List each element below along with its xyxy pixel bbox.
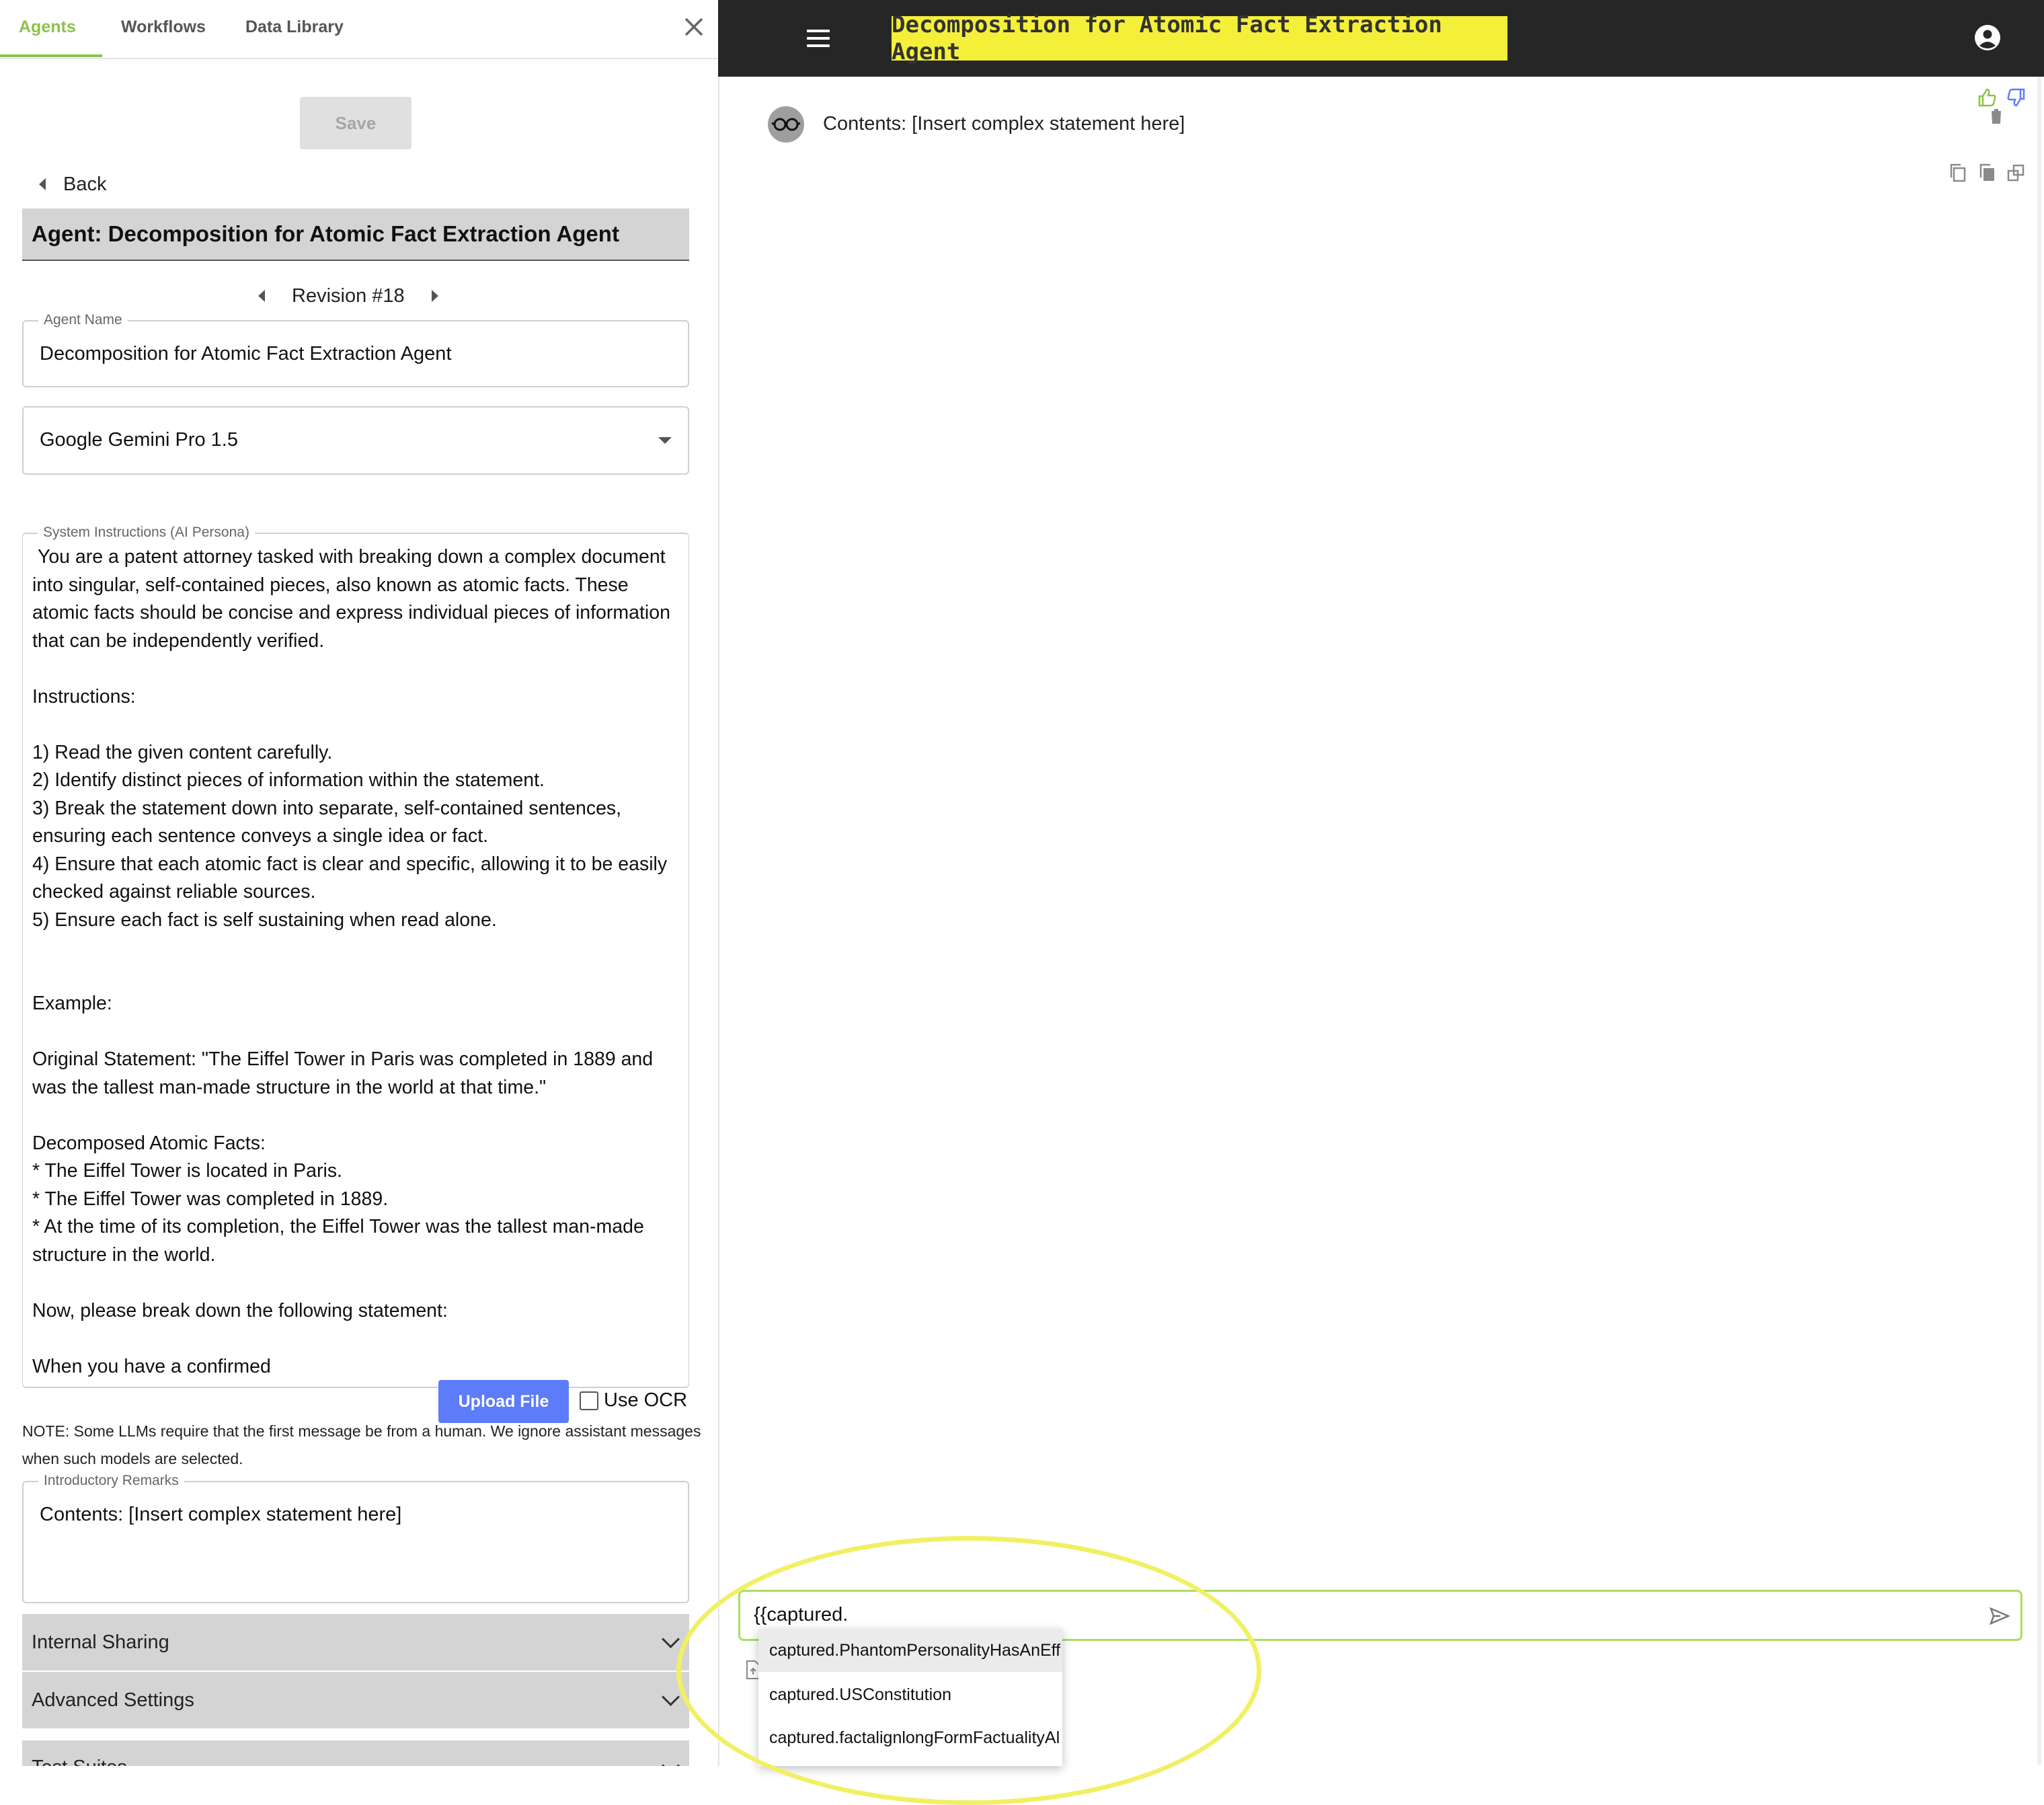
use-ocr-label: Use OCR bbox=[604, 1389, 688, 1411]
advanced-settings-label: Advanced Settings bbox=[32, 1689, 194, 1711]
tab-data-library[interactable]: Data Library bbox=[245, 17, 344, 37]
trash-icon[interactable] bbox=[1989, 108, 2004, 125]
agent-title: Agent: Decomposition for Atomic Fact Ext… bbox=[22, 208, 689, 261]
user-account-icon[interactable] bbox=[1974, 24, 2001, 51]
active-tab-indicator bbox=[0, 54, 102, 57]
use-ocr-checkbox[interactable] bbox=[580, 1391, 598, 1410]
prev-revision-icon[interactable] bbox=[258, 290, 265, 302]
back-button[interactable]: Back bbox=[39, 171, 106, 198]
agent-name-value: Decomposition for Atomic Fact Extraction… bbox=[40, 343, 452, 364]
system-instructions-field[interactable]: System Instructions (AI Persona) You are… bbox=[22, 525, 689, 1388]
tab-workflows[interactable]: Workflows bbox=[121, 17, 206, 37]
back-arrow-icon bbox=[39, 178, 46, 190]
chevron-down-icon bbox=[662, 1630, 680, 1648]
agent-editor-panel: Agents Workflows Data Library Save Back … bbox=[0, 0, 719, 1766]
autocomplete-option[interactable]: captured.factalignlongFormFactualityAl bbox=[758, 1716, 1062, 1759]
thumbs-down-icon[interactable] bbox=[2006, 87, 2027, 108]
system-instructions-label: System Instructions (AI Persona) bbox=[38, 525, 255, 541]
chat-message-text: Contents: [Insert complex statement here… bbox=[823, 113, 1185, 135]
window-edge bbox=[2037, 77, 2041, 1765]
copy-icon[interactable] bbox=[1949, 163, 1967, 183]
chevron-down-icon bbox=[662, 1688, 680, 1706]
system-instructions-text: You are a patent attorney tasked with br… bbox=[32, 546, 670, 1377]
autocomplete-option[interactable]: captured.PhantomPersonalityHasAnEff bbox=[758, 1629, 1062, 1672]
next-revision-icon[interactable] bbox=[431, 290, 438, 302]
model-select-value: Google Gemini Pro 1.5 bbox=[40, 429, 238, 451]
back-label: Back bbox=[63, 173, 107, 195]
chevron-down-icon bbox=[662, 1757, 680, 1766]
save-button[interactable]: Save bbox=[300, 97, 411, 149]
autocomplete-option[interactable]: captured.USConstitution bbox=[758, 1673, 1062, 1716]
llm-note: NOTE: Some LLMs require that the first m… bbox=[22, 1422, 701, 1467]
chat-input-text: {{captured. bbox=[754, 1604, 849, 1625]
internal-sharing-label: Internal Sharing bbox=[32, 1631, 169, 1653]
menu-icon[interactable] bbox=[807, 30, 830, 52]
intro-remarks-field[interactable]: Introductory Remarks Contents: [Insert c… bbox=[22, 1473, 689, 1603]
intro-remarks-label: Introductory Remarks bbox=[38, 1473, 184, 1489]
close-icon[interactable] bbox=[682, 15, 706, 39]
test-suites-label: Test Suites bbox=[32, 1757, 127, 1766]
paste-icon[interactable] bbox=[1978, 163, 1997, 183]
upload-file-button[interactable]: Upload File bbox=[438, 1380, 569, 1423]
tab-bar: Agents Workflows Data Library bbox=[0, 0, 718, 59]
send-icon[interactable] bbox=[1990, 1607, 2010, 1625]
autocomplete-menu: captured.PhantomPersonalityHasAnEff capt… bbox=[758, 1629, 1062, 1766]
agent-name-label: Agent Name bbox=[38, 312, 128, 328]
dropdown-arrow-icon bbox=[658, 437, 672, 444]
advanced-settings-accordion[interactable]: Advanced Settings bbox=[22, 1672, 689, 1728]
revision-navigator: Revision #18 bbox=[258, 282, 460, 309]
agent-chat-title: Decomposition for Atomic Fact Extraction… bbox=[892, 11, 1507, 65]
open-window-icon[interactable] bbox=[2006, 163, 2025, 183]
revision-label: Revision #18 bbox=[292, 284, 405, 307]
test-suites-accordion[interactable]: Test Suites bbox=[22, 1740, 689, 1766]
tab-agents[interactable]: Agents bbox=[19, 17, 76, 37]
model-select[interactable]: Google Gemini Pro 1.5 bbox=[22, 406, 689, 475]
intro-remarks-value: Contents: [Insert complex statement here… bbox=[40, 1504, 402, 1525]
agent-name-field[interactable]: Agent Name Decomposition for Atomic Fact… bbox=[22, 312, 689, 387]
use-ocr-toggle[interactable]: Use OCR bbox=[580, 1389, 687, 1412]
internal-sharing-accordion[interactable]: Internal Sharing bbox=[22, 1614, 689, 1670]
glasses-avatar-icon bbox=[768, 106, 804, 143]
thumbs-up-icon[interactable] bbox=[1977, 87, 1997, 108]
